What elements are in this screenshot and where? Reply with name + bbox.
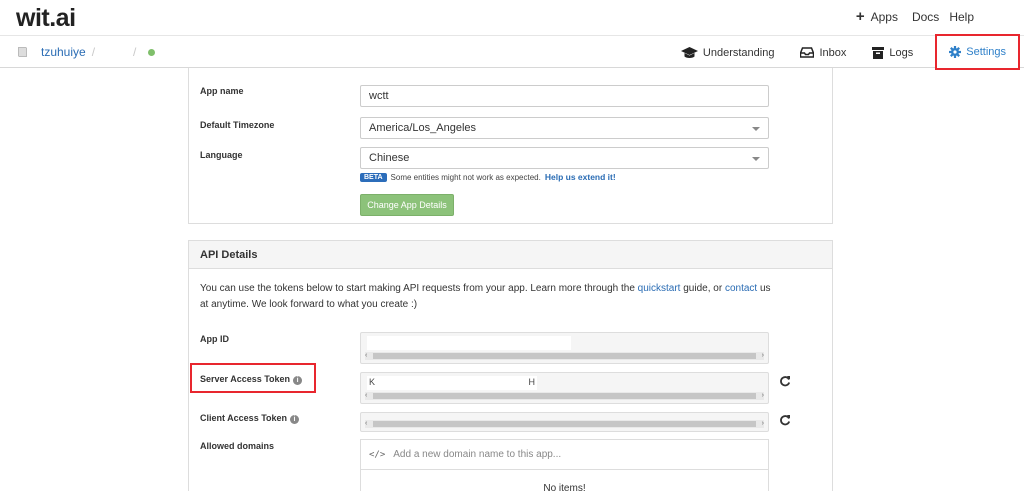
add-domain-input[interactable]: </> Add a new domain name to this app... — [361, 440, 768, 470]
beta-note: Some entities might not work as expected… — [390, 172, 541, 182]
breadcrumb-separator: / — [91, 45, 96, 59]
api-details-heading: API Details — [189, 241, 832, 269]
horizontal-scrollbar[interactable]: ‹ › — [365, 392, 764, 400]
scroll-left-icon[interactable]: ‹ — [365, 420, 367, 428]
top-header: wit.ai + Apps Docs Help — [0, 0, 1024, 35]
beta-badge: BETA — [360, 172, 387, 182]
app-id-field[interactable]: ‹ › — [360, 332, 769, 364]
desc-text: guide, or — [680, 283, 725, 294]
tab-logs[interactable]: Logs — [872, 46, 914, 59]
help-link[interactable]: Help — [949, 10, 974, 24]
client-access-token-field[interactable]: ‹ › — [360, 412, 769, 432]
scroll-right-icon[interactable]: › — [762, 420, 764, 428]
plus-icon: + — [855, 8, 865, 25]
scroll-thumb[interactable] — [373, 393, 756, 399]
tab-settings[interactable]: Settings — [935, 33, 1020, 70]
server-access-token-field[interactable]: K H ‹ › — [360, 372, 769, 404]
server-token-start: K — [369, 377, 376, 387]
graduation-cap-icon — [680, 46, 698, 58]
wit-ai-logo[interactable]: wit.ai — [16, 4, 76, 33]
scroll-left-icon[interactable]: ‹ — [365, 352, 367, 360]
scroll-right-icon[interactable]: › — [762, 352, 764, 360]
desc-text: You can use the tokens below to start ma… — [200, 283, 638, 294]
tab-label: Settings — [966, 45, 1006, 58]
refresh-icon[interactable] — [779, 414, 791, 426]
apps-label: Apps — [870, 10, 898, 24]
no-items-text: No items! — [543, 483, 586, 491]
scroll-thumb[interactable] — [373, 421, 756, 427]
tab-label: Logs — [889, 46, 914, 59]
app-id-value — [367, 336, 571, 350]
server-token-value: K H — [367, 376, 537, 390]
info-icon[interactable]: i — [290, 415, 300, 424]
tab-label: Understanding — [702, 46, 775, 59]
app-name-input[interactable]: wctt — [360, 85, 769, 107]
server-access-token-label: Server Access Token i — [200, 374, 303, 385]
breadcrumb-user[interactable]: tzuhuiye — [41, 45, 86, 59]
beta-notice: BETA Some entities might not work as exp… — [360, 172, 616, 182]
timezone-value: America/Los_Angeles — [369, 122, 477, 134]
gear-icon — [949, 45, 962, 58]
tab-label: Inbox — [819, 46, 847, 59]
caret-down-icon — [752, 157, 760, 161]
info-icon[interactable]: i — [293, 376, 303, 385]
language-value: Chinese — [369, 152, 410, 164]
client-token-label-text: Client Access Token — [200, 413, 288, 423]
client-access-token-label: Client Access Token i — [200, 413, 300, 424]
inbox-icon — [800, 47, 815, 58]
tab-understanding[interactable]: Understanding — [680, 46, 775, 59]
caret-down-icon — [752, 127, 760, 131]
allowed-domains-label: Allowed domains — [200, 441, 275, 451]
allowed-domains-list: </> Add a new domain name to this app...… — [360, 439, 769, 491]
apps-link[interactable]: + Apps — [855, 8, 898, 25]
breadcrumb: tzuhuiye / / — [16, 45, 156, 59]
server-token-label-text: Server Access Token — [200, 374, 291, 384]
breadcrumb-separator: / — [133, 45, 137, 59]
scroll-right-icon[interactable]: › — [762, 392, 764, 400]
server-token-end: H — [528, 377, 536, 387]
horizontal-scrollbar[interactable]: ‹ › — [365, 420, 764, 428]
language-label: Language — [200, 150, 243, 160]
help-extend-link[interactable]: Help us extend it! — [545, 172, 616, 182]
docs-link[interactable]: Docs — [912, 10, 939, 24]
scroll-thumb[interactable] — [373, 353, 756, 359]
app-subnav: tzuhuiye / / Understanding Inbox Logs Se… — [0, 33, 1024, 70]
quickstart-link[interactable]: quickstart — [638, 283, 681, 294]
app-tabs: Understanding Inbox Logs Settings — [655, 33, 1024, 70]
book-icon — [18, 47, 27, 57]
top-nav: + Apps Docs Help — [855, 8, 974, 25]
horizontal-scrollbar[interactable]: ‹ › — [365, 352, 764, 360]
code-icon: </> — [369, 449, 386, 460]
refresh-icon[interactable] — [779, 375, 791, 387]
scroll-left-icon[interactable]: ‹ — [365, 392, 367, 400]
tab-inbox[interactable]: Inbox — [800, 47, 846, 59]
domain-placeholder: Add a new domain name to this app... — [393, 449, 562, 460]
app-status-dot — [148, 48, 156, 56]
app-id-label: App ID — [200, 334, 229, 344]
archive-icon — [872, 46, 885, 59]
timezone-label: Default Timezone — [200, 120, 275, 130]
contact-link[interactable]: contact — [725, 283, 757, 294]
api-description: You can use the tokens below to start ma… — [200, 281, 780, 313]
timezone-select[interactable]: America/Los_Angeles — [360, 117, 769, 139]
change-app-details-button[interactable]: Change App Details — [360, 194, 454, 216]
app-name-label: App name — [200, 86, 244, 96]
language-select[interactable]: Chinese — [360, 147, 769, 169]
